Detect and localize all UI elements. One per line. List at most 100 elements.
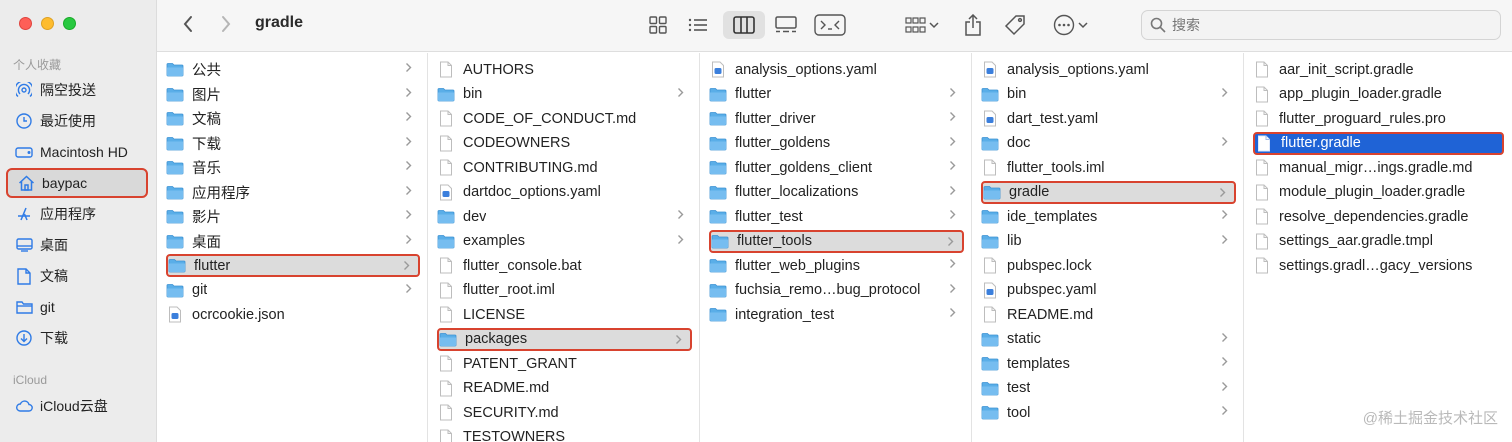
file-row[interactable]: pubspec.yaml <box>981 279 1236 302</box>
gallery-view-button[interactable] <box>774 11 798 39</box>
terminal-button[interactable] <box>812 11 848 39</box>
chevron-right-icon <box>949 136 956 150</box>
file-row[interactable]: SECURITY.md <box>437 401 692 424</box>
file-row[interactable]: dartdoc_options.yaml <box>437 181 692 204</box>
group-by-button[interactable] <box>901 11 943 39</box>
item-label: integration_test <box>735 306 835 323</box>
tag-icon <box>1004 15 1025 36</box>
folder-row[interactable]: flutter_web_plugins <box>709 254 964 277</box>
file-row[interactable]: CONTRIBUTING.md <box>437 156 692 179</box>
file-row[interactable]: flutter.gradle <box>1253 131 1504 155</box>
sidebar-item-文稿[interactable]: 文稿 <box>6 261 148 291</box>
sidebar-item-baypac[interactable]: baypac <box>6 168 148 198</box>
folder-row[interactable]: gradle <box>981 180 1236 204</box>
file-row[interactable]: pubspec.lock <box>981 254 1236 277</box>
folder-icon <box>709 110 727 128</box>
close-window-button[interactable] <box>19 17 32 30</box>
folder-row[interactable]: 文稿 <box>166 107 420 130</box>
back-button[interactable] <box>177 12 199 36</box>
folder-row[interactable]: 音乐 <box>166 156 420 179</box>
file-row[interactable]: AUTHORS <box>437 58 692 81</box>
file-row[interactable]: settings.gradl…gacy_versions <box>1253 254 1504 277</box>
search-input[interactable] <box>1172 17 1472 33</box>
file-row[interactable]: TESTOWNERS <box>437 426 692 442</box>
zoom-window-button[interactable] <box>63 17 76 30</box>
sidebar-item-应用程序[interactable]: 应用程序 <box>6 199 148 229</box>
file-icon <box>1253 257 1271 275</box>
folder-row[interactable]: test <box>981 377 1236 400</box>
file-row[interactable]: README.md <box>437 377 692 400</box>
folder-row[interactable]: static <box>981 328 1236 351</box>
file-row[interactable]: manual_migr…ings.gradle.md <box>1253 156 1504 179</box>
folder-icon <box>981 330 999 348</box>
sidebar-item-最近使用[interactable]: 最近使用 <box>6 106 148 136</box>
chevron-right-icon <box>949 87 956 101</box>
file-row[interactable]: flutter_proguard_rules.pro <box>1253 107 1504 130</box>
folder-row[interactable]: 公共 <box>166 58 420 81</box>
folder-row[interactable]: integration_test <box>709 303 964 326</box>
file-row[interactable]: README.md <box>981 303 1236 326</box>
file-row[interactable]: ocrcookie.json <box>166 303 420 326</box>
folder-row[interactable]: 图片 <box>166 83 420 106</box>
folder-row[interactable]: ide_templates <box>981 205 1236 228</box>
document-icon <box>15 267 33 285</box>
forward-button[interactable] <box>215 12 237 36</box>
file-row[interactable]: flutter_tools.iml <box>981 156 1236 179</box>
file-row[interactable]: flutter_console.bat <box>437 254 692 277</box>
folder-row[interactable]: flutter_tools <box>709 229 964 253</box>
folder-row[interactable]: flutter <box>709 83 964 106</box>
folder-row[interactable]: flutter_goldens <box>709 132 964 155</box>
folder-row[interactable]: 应用程序 <box>166 181 420 204</box>
file-row[interactable]: analysis_options.yaml <box>709 58 964 81</box>
folder-row[interactable]: bin <box>981 83 1236 106</box>
file-row[interactable]: flutter_root.iml <box>437 279 692 302</box>
file-row[interactable]: CODE_OF_CONDUCT.md <box>437 107 692 130</box>
sidebar-item-icloud云盘[interactable]: iCloud云盘 <box>6 391 148 421</box>
folder-row[interactable]: examples <box>437 230 692 253</box>
sidebar-item-macintosh-hd[interactable]: Macintosh HD <box>6 137 148 167</box>
folder-row[interactable]: 桌面 <box>166 230 420 253</box>
folder-row[interactable]: packages <box>437 327 692 351</box>
file-row[interactable]: LICENSE <box>437 303 692 326</box>
folder-row[interactable]: lib <box>981 230 1236 253</box>
folder-row[interactable]: flutter_localizations <box>709 181 964 204</box>
file-icon <box>437 404 455 422</box>
folder-row[interactable]: git <box>166 279 420 302</box>
sidebar-item-下载[interactable]: 下载 <box>6 323 148 353</box>
folder-row[interactable]: flutter_test <box>709 205 964 228</box>
file-row[interactable]: CODEOWNERS <box>437 132 692 155</box>
folder-row[interactable]: templates <box>981 352 1236 375</box>
folder-row[interactable]: fuchsia_remo…bug_protocol <box>709 279 964 302</box>
column-view-button[interactable] <box>723 11 765 39</box>
tag-button[interactable] <box>1003 11 1027 39</box>
sidebar-item-桌面[interactable]: 桌面 <box>6 230 148 260</box>
sidebar-item-隔空投送[interactable]: 隔空投送 <box>6 75 148 105</box>
folder-row[interactable]: tool <box>981 401 1236 424</box>
file-row[interactable]: PATENT_GRANT <box>437 352 692 375</box>
folder-row[interactable]: bin <box>437 83 692 106</box>
share-button[interactable] <box>961 11 985 39</box>
folder-row[interactable]: flutter_driver <box>709 107 964 130</box>
icon-view-button[interactable] <box>646 11 670 39</box>
folder-row[interactable]: dev <box>437 205 692 228</box>
minimize-window-button[interactable] <box>41 17 54 30</box>
file-row[interactable]: resolve_dependencies.gradle <box>1253 205 1504 228</box>
file-row[interactable]: aar_init_script.gradle <box>1253 58 1504 81</box>
folder-row[interactable]: doc <box>981 132 1236 155</box>
folder-row[interactable]: 下载 <box>166 132 420 155</box>
action-menu-button[interactable] <box>1050 11 1090 39</box>
search-field[interactable] <box>1141 10 1501 40</box>
file-row[interactable]: module_plugin_loader.gradle <box>1253 181 1504 204</box>
sidebar-item-git[interactable]: git <box>6 292 148 322</box>
folder-row[interactable]: flutter <box>166 254 420 277</box>
list-view-button[interactable] <box>686 11 710 39</box>
file-icon <box>1253 183 1271 201</box>
folder-row[interactable]: 影片 <box>166 205 420 228</box>
item-label: test <box>1007 380 1031 396</box>
item-label: settings_aar.gradle.tmpl <box>1279 233 1433 249</box>
folder-row[interactable]: flutter_goldens_client <box>709 156 964 179</box>
file-row[interactable]: settings_aar.gradle.tmpl <box>1253 230 1504 253</box>
file-row[interactable]: app_plugin_loader.gradle <box>1253 83 1504 106</box>
file-row[interactable]: analysis_options.yaml <box>981 58 1236 81</box>
file-row[interactable]: dart_test.yaml <box>981 107 1236 130</box>
